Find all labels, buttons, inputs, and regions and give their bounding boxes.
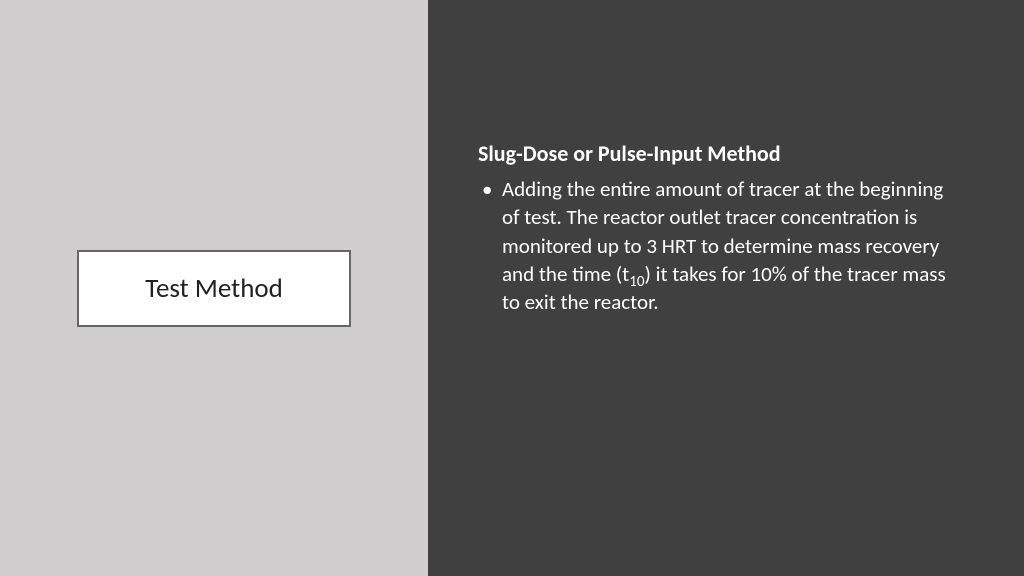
title-box: Test Method (77, 250, 351, 327)
content-heading: Slug-Dose or Pulse-Input Method (478, 140, 964, 167)
bullet-item: Adding the entire amount of tracer at th… (478, 175, 964, 317)
right-panel: Slug-Dose or Pulse-Input Method Adding t… (428, 0, 1024, 576)
slide-title: Test Method (145, 272, 283, 305)
bullet-list: Adding the entire amount of tracer at th… (478, 175, 964, 317)
left-panel: Test Method (0, 0, 428, 576)
